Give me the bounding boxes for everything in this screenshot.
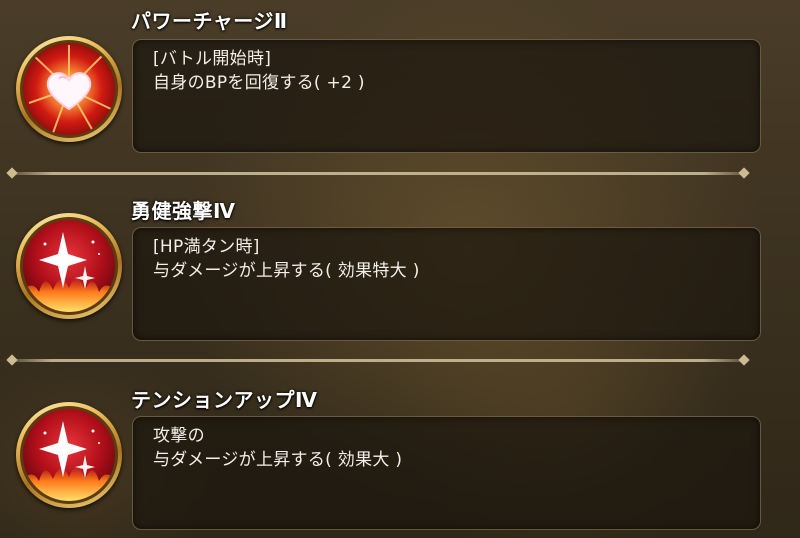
skill-condition: [バトル開始時] <box>153 49 272 69</box>
skill-description-box: 攻撃の 与ダメージが上昇する( 効果大 ) <box>132 416 761 530</box>
divider <box>6 354 750 366</box>
skill-effect: 与ダメージが上昇する( 効果大 ) <box>153 450 403 470</box>
skill-title: 勇健強撃Ⅳ <box>131 199 236 223</box>
skill-description-box: [HP満タン時] 与ダメージが上昇する( 効果特大 ) <box>132 227 761 341</box>
skill-title: パワーチャージⅡ <box>131 9 288 33</box>
skill-description-box: [バトル開始時] 自身のBPを回復する( +2 ) <box>132 39 761 153</box>
divider <box>6 167 750 179</box>
sparkle-flame-icon <box>16 213 122 319</box>
skill-condition: 攻撃の <box>153 426 205 446</box>
skill-effect: 自身のBPを回復する( +2 ) <box>153 73 365 93</box>
skill-title: テンションアップⅣ <box>131 388 318 412</box>
sparkle-flame-icon <box>16 402 122 508</box>
skill-condition: [HP満タン時] <box>153 237 260 257</box>
heart-burst-icon <box>16 36 122 142</box>
skill-effect: 与ダメージが上昇する( 効果特大 ) <box>153 261 420 281</box>
